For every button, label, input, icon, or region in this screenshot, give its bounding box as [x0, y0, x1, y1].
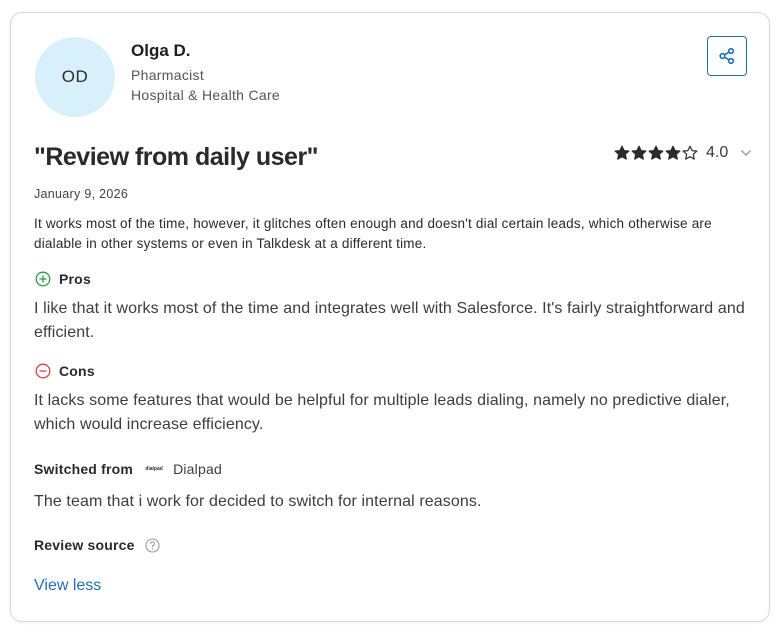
plus-circle-icon [35, 271, 51, 287]
review-card: OD Olga D. Pharmacist Hospital & Health … [10, 12, 770, 622]
reviewer-job-title: Pharmacist [131, 67, 205, 83]
pros-label: Pros [59, 271, 91, 287]
avatar-initials: OD [61, 67, 89, 86]
cons-heading: Cons [35, 363, 95, 379]
question-circle-icon [145, 537, 160, 553]
cons-text: It lacks some features that would be hel… [34, 392, 730, 433]
switched-from: Switched from dialpad Dialpad [34, 461, 222, 477]
review-source: Review source [34, 537, 160, 553]
rating-value: 4.0 [706, 144, 729, 161]
chevron-down-icon [741, 150, 752, 156]
pros-heading: Pros [35, 271, 91, 287]
star-filled-icon [648, 145, 664, 160]
star-filled-icon [631, 145, 647, 160]
review-date: January 9, 2026 [34, 187, 129, 201]
minus-circle-icon [35, 363, 51, 379]
pros-text: I like that it works most of the time an… [34, 300, 745, 341]
switch-reason: The team that i work for decided to swit… [34, 493, 482, 510]
share-button[interactable] [707, 36, 747, 76]
view-less-link[interactable]: View less [34, 577, 101, 595]
star-filled-icon [614, 145, 630, 160]
dialpad-logo-text: dialpad [145, 466, 163, 472]
star-filled-icon [665, 145, 681, 160]
star-rating: 4.0 [614, 144, 752, 162]
rating-details-toggle[interactable] [740, 149, 752, 157]
stars [614, 145, 698, 161]
star-empty-icon [682, 145, 698, 160]
review-source-help[interactable] [145, 537, 160, 553]
avatar: OD [35, 37, 115, 117]
reviewer-name: Olga D. [131, 41, 191, 60]
share-icon [719, 47, 735, 65]
review-summary: It works most of the time, however, it g… [34, 216, 712, 251]
switched-from-product: Dialpad [173, 461, 222, 477]
review-title: "Review from daily user" [34, 143, 319, 171]
dialpad-logo: dialpad [143, 463, 165, 475]
reviewer-industry: Hospital & Health Care [131, 87, 280, 103]
switched-from-label: Switched from [34, 461, 134, 477]
cons-label: Cons [59, 363, 95, 379]
review-source-label: Review source [34, 537, 135, 553]
